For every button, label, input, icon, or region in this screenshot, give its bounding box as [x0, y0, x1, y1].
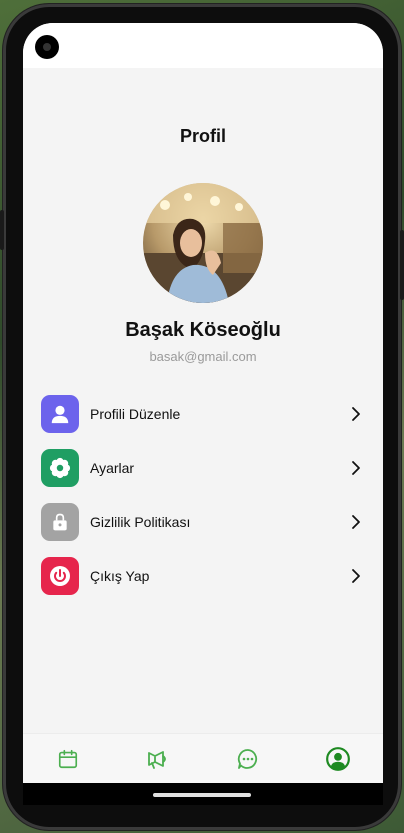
profile-name: Başak Köseoğlu: [125, 319, 281, 341]
avatar[interactable]: [143, 183, 263, 303]
avatar-photo: [143, 183, 263, 303]
chevron-right-icon: [352, 407, 360, 421]
menu-item-label: Profili Düzenle: [90, 406, 181, 422]
gear-icon: [41, 449, 79, 487]
menu-item-privacy-policy[interactable]: Gizlilik Politikası: [41, 503, 365, 541]
megaphone-icon: [148, 751, 166, 769]
nav-announcements[interactable]: [138, 739, 178, 779]
profile-email: basak@gmail.com: [149, 349, 257, 364]
lock-icon: [41, 503, 79, 541]
bottom-navigation: [23, 733, 383, 783]
calendar-icon: [58, 749, 78, 769]
chevron-right-icon: [352, 461, 360, 475]
nav-messages[interactable]: [228, 739, 268, 779]
chevron-right-icon: [352, 569, 360, 583]
menu-item-settings[interactable]: Ayarlar: [41, 449, 365, 487]
front-camera: [35, 35, 59, 59]
nav-calendar[interactable]: [48, 739, 88, 779]
profile-menu: Profili Düzenle Ayarlar Gizlilik Politik…: [41, 395, 365, 611]
profile-icon: [326, 747, 350, 771]
power-icon: [41, 557, 79, 595]
status-bar: [23, 23, 383, 68]
app-screen: Profil Başak Köseoğlu basak@gmail.com Pr…: [23, 23, 383, 783]
menu-item-edit-profile[interactable]: Profili Düzenle: [41, 395, 365, 433]
menu-item-logout[interactable]: Çıkış Yap: [41, 557, 365, 595]
nav-profile[interactable]: [318, 739, 358, 779]
home-indicator[interactable]: [153, 793, 251, 797]
user-icon: [41, 395, 79, 433]
page-title: Profil: [179, 126, 226, 146]
chat-icon: [237, 749, 258, 769]
power-button: [400, 230, 404, 300]
chevron-right-icon: [352, 515, 360, 529]
menu-item-label: Ayarlar: [90, 460, 135, 476]
menu-item-label: Çıkış Yap: [90, 568, 150, 584]
volume-button: [0, 210, 4, 250]
menu-item-label: Gizlilik Politikası: [90, 514, 191, 530]
